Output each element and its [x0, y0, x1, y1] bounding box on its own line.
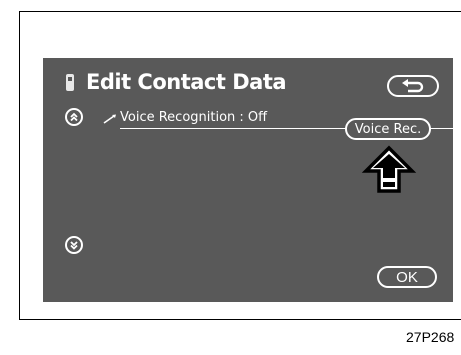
- scroll-up-button[interactable]: [65, 108, 83, 126]
- display-screen: Edit Contact Data Voice Recognition : Of…: [43, 58, 453, 302]
- back-button[interactable]: [387, 75, 439, 97]
- voice-rec-button[interactable]: Voice Rec.: [345, 118, 431, 140]
- mobile-phone-icon: [66, 74, 74, 91]
- page-title: Edit Contact Data: [86, 70, 287, 94]
- edit-pencil-icon: [103, 114, 116, 124]
- double-chevron-down-icon: [70, 241, 78, 250]
- ok-button[interactable]: OK: [377, 266, 437, 288]
- voice-recognition-row[interactable]: Voice Recognition : Off: [120, 110, 267, 126]
- scroll-down-button[interactable]: [65, 236, 83, 254]
- double-chevron-up-icon: [70, 112, 78, 122]
- pointer-arrow-up-icon: [361, 145, 417, 193]
- figure-code: 27P268: [406, 329, 455, 345]
- return-arrow-icon: [402, 79, 424, 93]
